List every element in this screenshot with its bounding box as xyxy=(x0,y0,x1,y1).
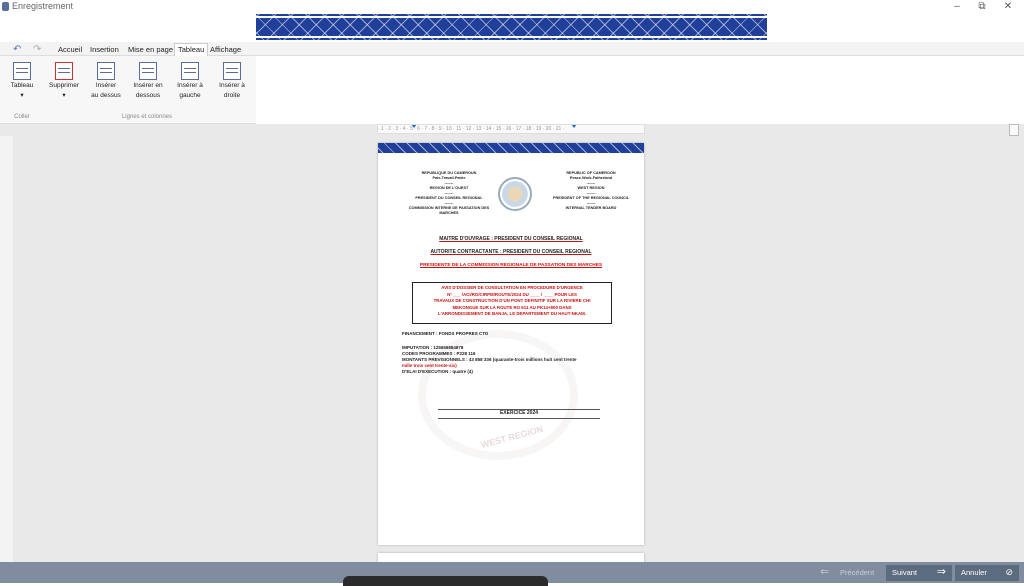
page-header-band xyxy=(378,143,644,153)
tab-mise-en-page[interactable]: Mise en page xyxy=(125,44,176,56)
regional-seal-icon xyxy=(498,177,532,211)
header-banner xyxy=(256,14,767,40)
insert-above-button[interactable]: Insérer au dessus xyxy=(86,62,126,100)
next-button[interactable]: Suivant ⇒ xyxy=(886,565,952,581)
tab-tableau[interactable]: Tableau xyxy=(174,43,209,57)
delete-button[interactable]: Supprimer ▾ xyxy=(44,62,84,100)
vertical-scrollbar[interactable] xyxy=(1009,124,1019,136)
left-gutter xyxy=(0,136,13,562)
app-icon xyxy=(2,2,9,11)
group-label-lignes-colonnes: Lignes et colonnes xyxy=(121,114,173,120)
insert-below-button[interactable]: Insérer en dessous xyxy=(128,62,168,100)
montants-lettres: mille trois cent trente-six) xyxy=(402,363,457,368)
imputation: IMPUTATION : 125656884878 xyxy=(402,345,464,350)
cancel-button[interactable]: Annuler ⊘ xyxy=(955,565,1019,581)
window-title: Enregistrement xyxy=(12,1,74,11)
undo-icon[interactable]: ↶ xyxy=(10,44,24,56)
group-label-coller: Coller xyxy=(14,114,30,120)
tab-accueil[interactable]: Accueil xyxy=(55,44,85,56)
delete-table-icon xyxy=(55,62,73,80)
exercice: EXERCICE 2024 xyxy=(499,410,539,416)
autorite-contractante: AUTORITE CONTRACTANTE : PRESIDENT DU CON… xyxy=(430,249,592,255)
arrow-right-icon: ⇒ xyxy=(936,566,946,578)
delai-execution: D'ELAI D'EXECUTION : quatre (4) xyxy=(402,369,473,374)
codes-programmes: CODES PROGRAMMES : P228 116 xyxy=(402,351,476,356)
insert-left-button[interactable]: Insérer à gauche xyxy=(170,62,210,100)
left-header: REPUBLIQUE DU CAMEROUN Paix-Travail-Patri… xyxy=(408,171,490,215)
avis-text: AVIS D'DOSSIER DE CONSULTATION EN PROCED… xyxy=(433,285,591,316)
horizontal-ruler[interactable]: · 1 · 2 · 3 · 4 · 5 · 6 · 7 · 8 · 9 · 10… xyxy=(377,124,645,134)
title-bar xyxy=(0,0,1024,14)
exercice-bottom-rule xyxy=(438,418,600,419)
insert-right-icon xyxy=(223,62,241,80)
close-button[interactable]: ✕ xyxy=(997,0,1019,14)
left-indent-marker[interactable] xyxy=(411,125,417,128)
redo-icon[interactable]: ↷ xyxy=(30,44,44,56)
financement: FINANCEMENT : FONDS PROPRES CTD xyxy=(402,331,489,336)
table-icon xyxy=(13,62,31,80)
arrow-left-icon: ⇐ xyxy=(820,566,830,578)
insert-above-icon xyxy=(97,62,115,80)
insert-below-icon xyxy=(139,62,157,80)
minimize-button[interactable]: – xyxy=(946,0,968,14)
right-header: REPUBLIC OF CAMEROON Peace-Work-Fatherlan… xyxy=(552,171,630,210)
right-indent-marker[interactable] xyxy=(571,125,577,128)
maximize-button[interactable]: ⧉ xyxy=(971,0,993,14)
tab-insertion[interactable]: Insertion xyxy=(87,44,122,56)
tab-affichage[interactable]: Affichage xyxy=(207,44,244,56)
taskbar-overlay xyxy=(343,576,548,586)
table-button[interactable]: Tableau ▾ xyxy=(2,62,42,100)
insert-left-icon xyxy=(181,62,199,80)
insert-right-button[interactable]: Insérer à droite xyxy=(212,62,252,100)
maitre-ouvrage: MAITRE D'OUVRAGE : PRESIDENT DU CONSEIL … xyxy=(439,236,583,242)
previous-button[interactable]: ⇐ Précédent xyxy=(814,565,884,581)
montants: MONTANTS PREVISIONNELS : 43 858 336 (qua… xyxy=(402,357,577,362)
presidente-commission: PRESIDENTE DE LA COMMISSION REGIONALE DE… xyxy=(419,263,603,268)
cancel-icon: ⊘ xyxy=(1005,567,1013,577)
